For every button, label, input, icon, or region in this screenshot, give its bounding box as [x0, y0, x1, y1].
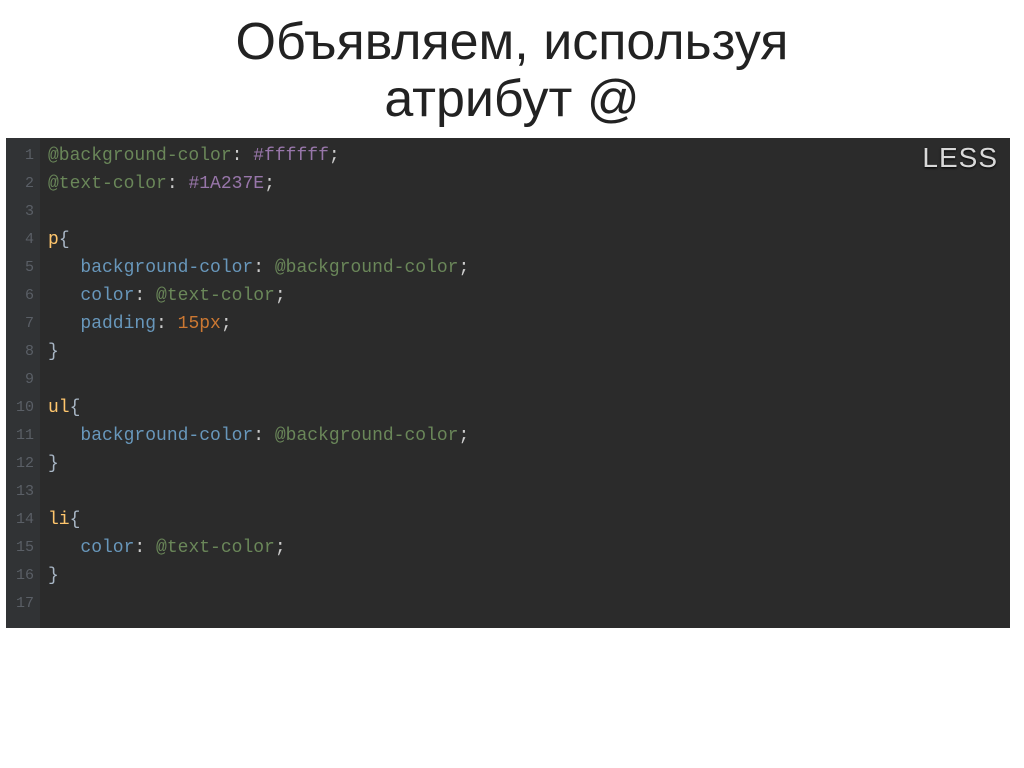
token-punct: ; [264, 174, 275, 194]
token-variable: @text-color [145, 538, 275, 558]
token-property: padding [80, 314, 156, 334]
line-number: 13 [6, 478, 40, 506]
code-content: @background-color: #ffffff; @text-color:… [48, 142, 469, 618]
token-indent [48, 286, 80, 306]
token-value: #1A237E [178, 174, 264, 194]
token-punct: ; [458, 426, 469, 446]
slide: Объявляем, используя атрибут @ LESS 1 2 … [0, 0, 1024, 768]
line-number: 9 [6, 366, 40, 394]
code-line: color: @text-color; [48, 282, 469, 310]
token-punct: ; [458, 258, 469, 278]
line-number: 3 [6, 198, 40, 226]
token-punct: : [253, 426, 264, 446]
title-line-1: Объявляем, используя [236, 13, 789, 71]
code-editor: LESS 1 2 3 4 5 6 7 8 9 10 11 12 13 14 15… [6, 138, 1010, 628]
token-punct: ; [329, 146, 340, 166]
code-line: padding: 15px; [48, 310, 469, 338]
title-line-2: атрибут @ [384, 70, 639, 128]
token-punct: : [232, 146, 243, 166]
token-punct: ; [221, 314, 232, 334]
code-line: background-color: @background-color; [48, 422, 469, 450]
code-line: li{ [48, 506, 469, 534]
code-line: ul{ [48, 394, 469, 422]
token-punct: : [167, 174, 178, 194]
language-badge: LESS [922, 142, 998, 174]
code-line: } [48, 562, 469, 590]
token-indent [48, 538, 80, 558]
token-punct: : [134, 538, 145, 558]
token-indent [48, 258, 80, 278]
line-number: 5 [6, 254, 40, 282]
token-variable: @background-color [264, 258, 458, 278]
token-property: background-color [80, 426, 253, 446]
code-line: @text-color: #1A237E; [48, 170, 469, 198]
token-brace: } [48, 342, 59, 362]
token-indent [48, 426, 80, 446]
line-number: 1 [6, 142, 40, 170]
token-property: color [80, 286, 134, 306]
line-number: 6 [6, 282, 40, 310]
code-line [48, 478, 469, 506]
line-number: 15 [6, 534, 40, 562]
line-number: 4 [6, 226, 40, 254]
code-line: p{ [48, 226, 469, 254]
token-brace: { [70, 398, 81, 418]
slide-title: Объявляем, используя атрибут @ [0, 0, 1024, 128]
token-punct: : [134, 286, 145, 306]
token-punct: : [156, 314, 167, 334]
line-number: 10 [6, 394, 40, 422]
line-gutter: 1 2 3 4 5 6 7 8 9 10 11 12 13 14 15 16 1… [6, 138, 40, 628]
code-line: } [48, 338, 469, 366]
code-line: } [48, 450, 469, 478]
line-number: 7 [6, 310, 40, 338]
code-line: color: @text-color; [48, 534, 469, 562]
line-number: 17 [6, 590, 40, 618]
token-property: color [80, 538, 134, 558]
code-line [48, 198, 469, 226]
line-number: 11 [6, 422, 40, 450]
token-indent [48, 314, 80, 334]
line-number: 2 [6, 170, 40, 198]
line-number: 12 [6, 450, 40, 478]
line-number: 16 [6, 562, 40, 590]
code-line: @background-color: #ffffff; [48, 142, 469, 170]
token-brace: } [48, 566, 59, 586]
token-property: background-color [80, 258, 253, 278]
token-variable: @background-color [48, 146, 232, 166]
token-brace: } [48, 454, 59, 474]
token-punct: ; [275, 286, 286, 306]
token-variable: @text-color [48, 174, 167, 194]
token-variable: @background-color [264, 426, 458, 446]
line-number: 8 [6, 338, 40, 366]
code-line: background-color: @background-color; [48, 254, 469, 282]
code-line [48, 366, 469, 394]
token-brace: { [70, 510, 81, 530]
token-brace: { [59, 230, 70, 250]
line-number: 14 [6, 506, 40, 534]
token-number: 15px [167, 314, 221, 334]
token-value: #ffffff [242, 146, 328, 166]
token-punct: : [253, 258, 264, 278]
code-line [48, 590, 469, 618]
token-selector: p [48, 230, 59, 250]
token-selector: li [48, 510, 70, 530]
token-selector: ul [48, 398, 70, 418]
token-variable: @text-color [145, 286, 275, 306]
token-punct: ; [275, 538, 286, 558]
